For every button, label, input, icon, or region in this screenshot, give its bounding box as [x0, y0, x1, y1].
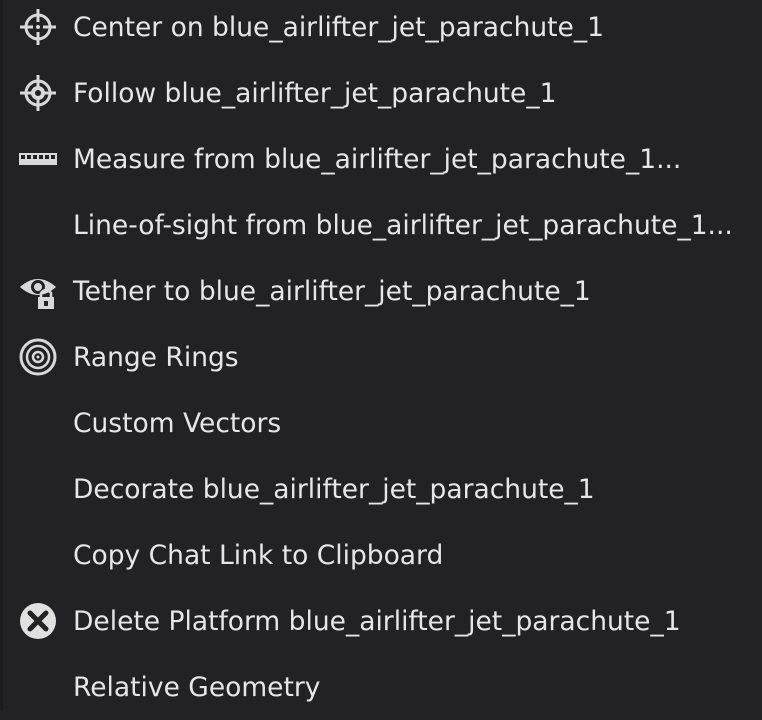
tether-eye-lock-icon [17, 270, 59, 312]
menu-item-label: Range Rings [73, 341, 239, 373]
ruler-icon [17, 138, 59, 180]
menu-item-custom-vectors[interactable]: Custom Vectors [0, 390, 762, 456]
menu-item-label: Delete Platform blue_airlifter_jet_parac… [73, 605, 681, 637]
menu-item-label: Follow blue_airlifter_jet_parachute_1 [73, 77, 557, 109]
menu-item-label: Tether to blue_airlifter_jet_parachute_1 [73, 275, 591, 307]
delete-x-circle-icon [17, 600, 59, 642]
menu-item-delete-platform[interactable]: Delete Platform blue_airlifter_jet_parac… [0, 588, 762, 654]
menu-item-label: Relative Geometry [73, 671, 321, 703]
menu-item-measure[interactable]: Measure from blue_airlifter_jet_parachut… [0, 126, 762, 192]
menu-item-label: Line-of-sight from blue_airlifter_jet_pa… [73, 209, 733, 241]
menu-item-label: Center on blue_airlifter_jet_parachute_1 [73, 11, 604, 43]
menu-item-copy-chat-link[interactable]: Copy Chat Link to Clipboard [0, 522, 762, 588]
follow-crosshair-icon [17, 72, 59, 114]
menu-item-label: Measure from blue_airlifter_jet_parachut… [73, 143, 682, 175]
menu-item-decorate[interactable]: Decorate blue_airlifter_jet_parachute_1 [0, 456, 762, 522]
menu-item-tether[interactable]: Tether to blue_airlifter_jet_parachute_1 [0, 258, 762, 324]
context-menu: Center on blue_airlifter_jet_parachute_1… [0, 0, 762, 711]
menu-item-label: Decorate blue_airlifter_jet_parachute_1 [73, 473, 595, 505]
menu-item-follow[interactable]: Follow blue_airlifter_jet_parachute_1 [0, 60, 762, 126]
crosshair-icon [17, 6, 59, 48]
menu-item-range-rings[interactable]: Range Rings [0, 324, 762, 390]
range-rings-icon [17, 336, 59, 378]
menu-item-line-of-sight[interactable]: Line-of-sight from blue_airlifter_jet_pa… [0, 192, 762, 258]
menu-item-label: Custom Vectors [73, 407, 282, 439]
menu-item-center-on[interactable]: Center on blue_airlifter_jet_parachute_1 [0, 0, 762, 60]
menu-item-relative-geometry[interactable]: Relative Geometry [0, 654, 762, 720]
menu-item-label: Copy Chat Link to Clipboard [73, 539, 444, 571]
